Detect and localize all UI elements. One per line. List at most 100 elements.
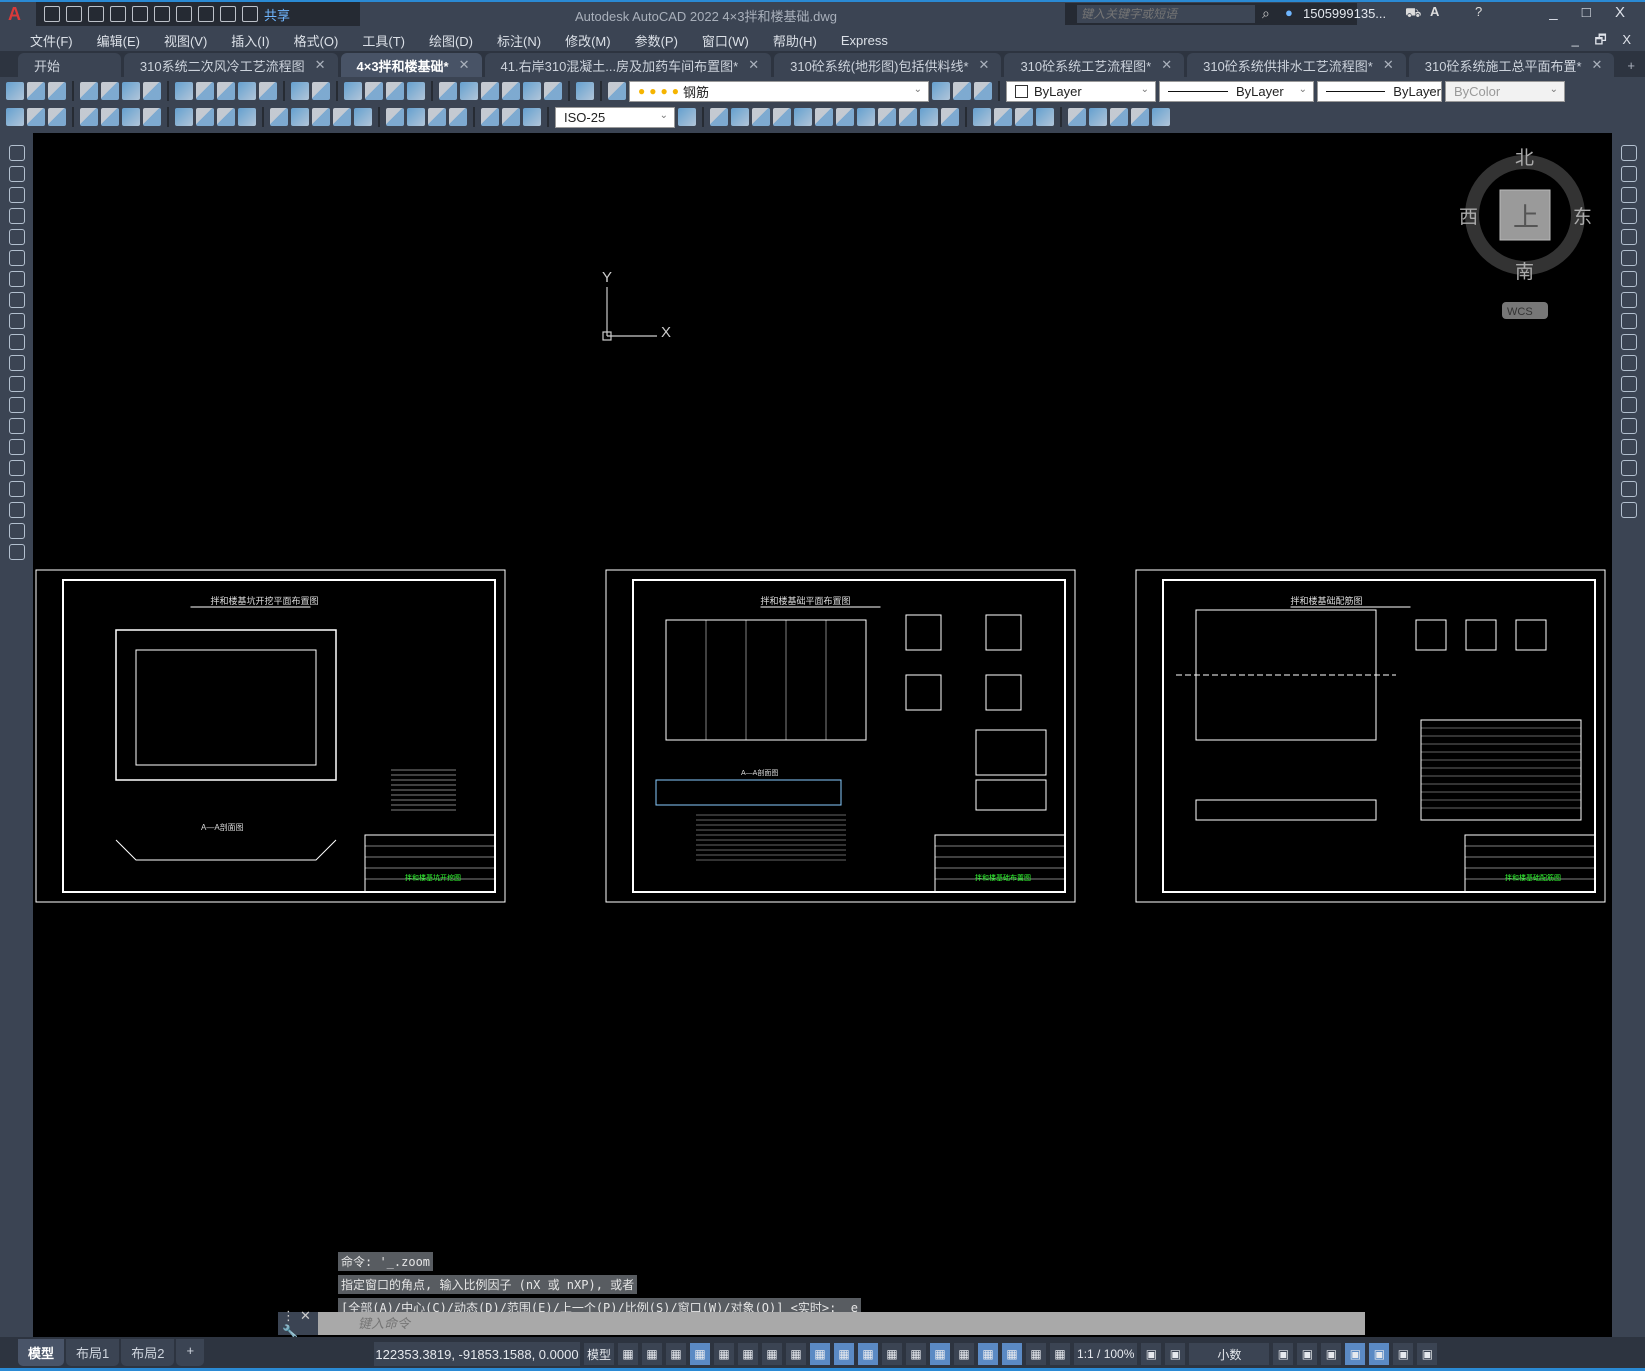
workspace-icon[interactable]: ▣ — [1141, 1343, 1162, 1365]
menu-item[interactable]: 帮助(H) — [761, 31, 829, 50]
lineweight-dropdown[interactable]: ByLayer ⌄ — [1317, 80, 1442, 102]
pan-icon[interactable] — [344, 82, 362, 100]
isodraft-icon[interactable]: ▦ — [762, 1343, 783, 1365]
copy-faces-icon[interactable] — [836, 108, 854, 126]
layer-on-icon[interactable]: ● — [638, 84, 645, 98]
file-tab[interactable]: 310砼系统(地形图)包括供料线* ✕ — [774, 53, 1002, 77]
arc-length-icon[interactable] — [122, 108, 140, 126]
color-dropdown[interactable]: ByLayer ⌄ — [1006, 80, 1156, 102]
menu-item[interactable]: 插入(I) — [219, 31, 281, 50]
revision-cloud-icon[interactable] — [8, 292, 25, 308]
radius-icon[interactable] — [175, 108, 193, 126]
linetype-dropdown[interactable]: ByLayer ⌄ — [1159, 80, 1314, 102]
file-tab[interactable]: 41.右岸310混凝土...房及加药车间布置图* ✕ — [484, 53, 772, 77]
file-tab[interactable]: 开始 — [18, 53, 121, 77]
polyline-icon[interactable] — [8, 187, 25, 203]
color-faces-icon[interactable] — [920, 108, 938, 126]
mirror-icon[interactable] — [1620, 187, 1637, 203]
menu-item[interactable]: 工具(T) — [350, 31, 417, 50]
model-space-toggle[interactable]: 模型 — [584, 1343, 615, 1365]
tool-palettes-icon[interactable] — [481, 82, 499, 100]
hatch-icon[interactable] — [8, 439, 25, 455]
layer-viewport-icon[interactable]: ● — [661, 84, 668, 98]
polygon-icon[interactable] — [8, 208, 25, 224]
join-icon[interactable] — [1620, 418, 1637, 434]
break-icon[interactable] — [354, 108, 372, 126]
ordinate-icon[interactable] — [143, 108, 161, 126]
menu-item[interactable]: 视图(V) — [152, 31, 219, 50]
tolerance-icon[interactable] — [386, 108, 404, 126]
rotate-faces-icon[interactable] — [878, 108, 896, 126]
interfere-icon[interactable] — [1131, 108, 1149, 126]
menu-item[interactable]: 窗口(W) — [690, 31, 761, 50]
layer-states-icon[interactable] — [974, 82, 992, 100]
user-icon[interactable]: ● — [1285, 5, 1293, 20]
layer-icon[interactable] — [48, 108, 66, 126]
trim-icon[interactable] — [1620, 334, 1637, 350]
new-tab-button[interactable]: + — [1617, 53, 1645, 77]
selection-filter-icon[interactable]: ▦ — [954, 1343, 975, 1365]
snap-icon[interactable]: ▦ — [642, 1343, 663, 1365]
mtext-icon[interactable] — [8, 523, 25, 539]
break-icon[interactable] — [1620, 397, 1637, 413]
save-as-icon[interactable] — [110, 6, 126, 22]
stretch-icon[interactable] — [1620, 313, 1637, 329]
polar-icon[interactable]: ▦ — [738, 1343, 759, 1365]
region-icon[interactable] — [8, 481, 25, 497]
close-icon[interactable]: ✕ — [1161, 57, 1172, 73]
customize-icon[interactable] — [242, 6, 258, 22]
publish-icon[interactable] — [132, 6, 148, 22]
isolate-icon[interactable]: ▣ — [1345, 1343, 1366, 1365]
aligned-dim-icon[interactable] — [101, 108, 119, 126]
plot-icon[interactable] — [176, 6, 192, 22]
markup-icon[interactable] — [523, 82, 541, 100]
drawing-sheet[interactable]: 拌和楼基础配筋图拌和楼基础配筋图 — [1135, 569, 1606, 903]
array-icon[interactable] — [1620, 229, 1637, 245]
ellipse-arc-icon[interactable] — [8, 355, 25, 371]
menu-item[interactable]: 绘图(D) — [417, 31, 485, 50]
ellipse-icon[interactable] — [8, 334, 25, 350]
offset-icon[interactable] — [1620, 208, 1637, 224]
sheet-set-icon[interactable] — [502, 82, 520, 100]
3d-osnap-icon[interactable]: ▦ — [906, 1343, 927, 1365]
document-window-controls[interactable]: _ 🗗 X — [1572, 31, 1637, 53]
extrude-icon[interactable] — [794, 108, 812, 126]
open-icon[interactable] — [66, 6, 82, 22]
close-icon[interactable]: ✕ — [979, 57, 990, 73]
design-center-icon[interactable] — [460, 82, 478, 100]
close-icon[interactable]: ✕ — [459, 57, 470, 73]
move-icon[interactable] — [1620, 250, 1637, 266]
annotation-scale[interactable]: 1:1 / 100% — [1074, 1343, 1138, 1365]
autocad-logo-icon[interactable]: A — [8, 4, 21, 25]
menu-item[interactable]: 文件(F) — [18, 31, 85, 50]
extend-icon[interactable] — [1620, 355, 1637, 371]
user-account[interactable]: 1505999135... — [1303, 6, 1386, 21]
zoom-window-icon[interactable] — [386, 82, 404, 100]
copy-icon[interactable] — [1620, 166, 1637, 182]
quick-properties-icon[interactable]: ▣ — [1297, 1343, 1318, 1365]
gizmo-icon[interactable]: ▦ — [978, 1343, 999, 1365]
clean-icon[interactable] — [994, 108, 1012, 126]
center-mark-icon[interactable] — [407, 108, 425, 126]
plotstyle-dropdown[interactable]: ByColor ⌄ — [1445, 80, 1565, 102]
layout-tab[interactable]: + — [176, 1339, 205, 1366]
file-tab[interactable]: 310砼系统工艺流程图* ✕ — [1004, 53, 1185, 77]
layer-dropdown[interactable]: ● ● ● ● 钢筋 ⌄ — [629, 80, 929, 102]
continue-icon[interactable] — [312, 108, 330, 126]
coordinates-readout[interactable]: 122353.3819, -91853.1588, 0.0000 — [374, 1342, 580, 1366]
close-icon[interactable]: ✕ — [1383, 57, 1394, 73]
compass-north[interactable]: 北 — [1515, 147, 1534, 169]
spline-icon[interactable] — [8, 313, 25, 329]
menu-item[interactable]: Express — [829, 33, 900, 48]
rectangle-icon[interactable] — [8, 229, 25, 245]
search-icon[interactable]: ⌕ — [1262, 5, 1270, 22]
clean-screen-icon[interactable]: ▣ — [1393, 1343, 1414, 1365]
command-close-icon[interactable]: ⋮✕🔧 — [278, 1308, 318, 1340]
layout-tab[interactable]: 模型 — [18, 1339, 65, 1366]
file-tab[interactable]: 4×3拌和楼基础* ✕ — [340, 53, 482, 77]
blend-icon[interactable] — [1620, 481, 1637, 497]
linear-dim-icon[interactable] — [80, 108, 98, 126]
grid-icon[interactable]: ▦ — [618, 1343, 639, 1365]
file-tab[interactable]: 310系统二次风冷工艺流程图 ✕ — [123, 53, 338, 77]
3d-print-icon[interactable] — [143, 82, 161, 100]
